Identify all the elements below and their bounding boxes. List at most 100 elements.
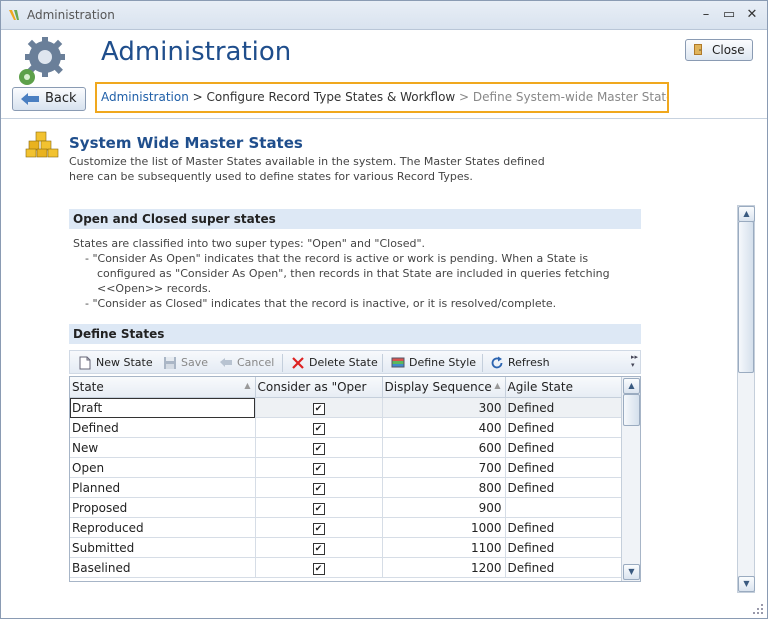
column-header-display-sequence[interactable]: Display Sequence ▲ — [382, 377, 506, 398]
display-sequence-cell[interactable]: 800 — [382, 477, 506, 498]
table-row[interactable]: Draft ✔ 300 Defined — [70, 397, 623, 418]
close-button[interactable]: Close — [685, 39, 753, 61]
close-door-icon — [694, 44, 702, 55]
agile-state-cell[interactable]: Defined — [505, 537, 623, 558]
main-content: System Wide Master States Customize the … — [1, 119, 767, 618]
column-header-label: State — [72, 380, 104, 394]
table-row[interactable]: Proposed ✔ 900 — [70, 497, 623, 518]
toolbar-separator — [282, 354, 283, 372]
state-cell[interactable]: Draft — [70, 397, 256, 418]
cancel-button[interactable]: Cancel — [219, 355, 277, 371]
display-sequence-cell[interactable]: 1000 — [382, 517, 506, 538]
column-header-label: Consider as "Oper — [257, 380, 367, 394]
delete-x-icon — [292, 357, 304, 369]
toolbar-separator — [382, 354, 383, 372]
consider-open-checkbox[interactable]: ✔ — [255, 397, 383, 418]
column-header-state[interactable]: State ▲ — [70, 377, 256, 398]
page-header: Administration Close Back Administration… — [1, 30, 767, 118]
state-cell[interactable]: New — [70, 437, 256, 458]
state-cell[interactable]: Baselined — [70, 557, 256, 578]
back-button[interactable]: Back — [12, 87, 86, 111]
grid-vertical-scrollbar[interactable]: ▲ ▼ — [621, 377, 640, 581]
new-state-label: New State — [96, 356, 153, 369]
display-sequence-cell[interactable]: 600 — [382, 437, 506, 458]
breadcrumb-link-administration[interactable]: Administration — [101, 90, 189, 104]
undo-arrow-icon — [220, 358, 232, 367]
agile-state-cell[interactable]: Defined — [505, 517, 623, 538]
consider-open-checkbox[interactable]: ✔ — [255, 477, 383, 498]
info-line: - "Consider As Open" indicates that the … — [85, 252, 589, 265]
table-row[interactable]: Baselined ✔ 1200 Defined — [70, 557, 623, 578]
state-cell[interactable]: Open — [70, 457, 256, 478]
consider-open-checkbox[interactable]: ✔ — [255, 497, 383, 518]
agile-state-cell[interactable] — [505, 497, 623, 518]
minimize-button[interactable]: – — [695, 5, 717, 25]
define-style-button[interactable]: Define Style — [391, 355, 477, 371]
breadcrumb-separator: > — [188, 90, 207, 104]
agile-state-cell[interactable]: Defined — [505, 417, 623, 438]
checkbox-check: ✔ — [312, 483, 325, 495]
back-arrow-icon — [21, 93, 39, 105]
table-row[interactable]: Submitted ✔ 1100 Defined — [70, 537, 623, 558]
back-button-label: Back — [45, 91, 77, 106]
checkbox-check: ✔ — [312, 523, 325, 535]
checkbox-check: ✔ — [312, 463, 325, 475]
agile-state-cell[interactable]: Defined — [505, 477, 623, 498]
state-cell[interactable]: Reproduced — [70, 517, 256, 538]
display-sequence-cell[interactable]: 400 — [382, 417, 506, 438]
column-header-agile-state[interactable]: Agile State — [505, 377, 623, 398]
display-sequence-cell[interactable]: 900 — [382, 497, 506, 518]
refresh-button[interactable]: Refresh — [490, 355, 554, 371]
column-header-consider-open[interactable]: Consider as "Oper — [255, 377, 383, 398]
scroll-down-icon[interactable]: ▼ — [738, 576, 755, 592]
close-button-label: Close — [712, 43, 745, 57]
display-sequence-cell[interactable]: 700 — [382, 457, 506, 478]
display-sequence-cell[interactable]: 300 — [382, 397, 506, 418]
page-vertical-scrollbar[interactable]: ▲ ▼ — [737, 205, 755, 593]
state-cell[interactable]: Submitted — [70, 537, 256, 558]
restore-button[interactable]: ▭ — [718, 5, 740, 25]
scroll-down-icon[interactable]: ▼ — [623, 564, 640, 580]
new-state-button[interactable]: New State — [78, 355, 154, 371]
table-row[interactable]: Open ✔ 700 Defined — [70, 457, 623, 478]
display-sequence-cell[interactable]: 1200 — [382, 557, 506, 578]
agile-state-cell[interactable]: Defined — [505, 437, 623, 458]
delete-state-button[interactable]: Delete State — [291, 355, 378, 371]
table-row[interactable]: Reproduced ✔ 1000 Defined — [70, 517, 623, 538]
style-palette-icon — [391, 357, 405, 368]
state-cell[interactable]: Planned — [70, 477, 256, 498]
define-states-heading: Define States — [69, 324, 641, 344]
consider-open-checkbox[interactable]: ✔ — [255, 417, 383, 438]
consider-open-checkbox[interactable]: ✔ — [255, 437, 383, 458]
consider-open-checkbox[interactable]: ✔ — [255, 457, 383, 478]
scroll-up-icon[interactable]: ▲ — [738, 206, 755, 222]
agile-state-cell[interactable]: Defined — [505, 557, 623, 578]
breadcrumb-separator: > — [455, 90, 473, 104]
state-cell[interactable]: Proposed — [70, 497, 256, 518]
scroll-thumb[interactable] — [623, 394, 640, 426]
table-row[interactable]: Planned ✔ 800 Defined — [70, 477, 623, 498]
save-button[interactable]: Save — [163, 355, 209, 371]
sort-icon: ▲ — [244, 381, 251, 390]
agile-state-cell[interactable]: Defined — [505, 397, 623, 418]
title-bar: Administration – ▭ ✕ — [1, 1, 767, 30]
table-row[interactable]: Defined ✔ 400 Defined — [70, 417, 623, 438]
agile-state-cell[interactable]: Defined — [505, 457, 623, 478]
state-cell[interactable]: Defined — [70, 417, 256, 438]
save-label: Save — [181, 356, 209, 369]
consider-open-checkbox[interactable]: ✔ — [255, 517, 383, 538]
display-sequence-cell[interactable]: 1100 — [382, 537, 506, 558]
column-header-label: Display Sequence — [384, 380, 492, 394]
sort-icon: ▲ — [494, 381, 501, 390]
scroll-thumb[interactable] — [738, 221, 754, 373]
consider-open-checkbox[interactable]: ✔ — [255, 557, 383, 578]
window-close-button[interactable]: ✕ — [741, 5, 763, 25]
scroll-up-icon[interactable]: ▲ — [623, 378, 640, 394]
resize-grip-icon[interactable] — [753, 604, 763, 614]
define-style-label: Define Style — [409, 356, 477, 369]
breadcrumb: Administration > Configure Record Type S… — [95, 82, 669, 113]
toolbar-overflow-icon[interactable]: ▸▸ ▾ — [631, 353, 638, 369]
table-row[interactable]: New ✔ 600 Defined — [70, 437, 623, 458]
checkbox-check: ✔ — [312, 423, 325, 435]
consider-open-checkbox[interactable]: ✔ — [255, 537, 383, 558]
